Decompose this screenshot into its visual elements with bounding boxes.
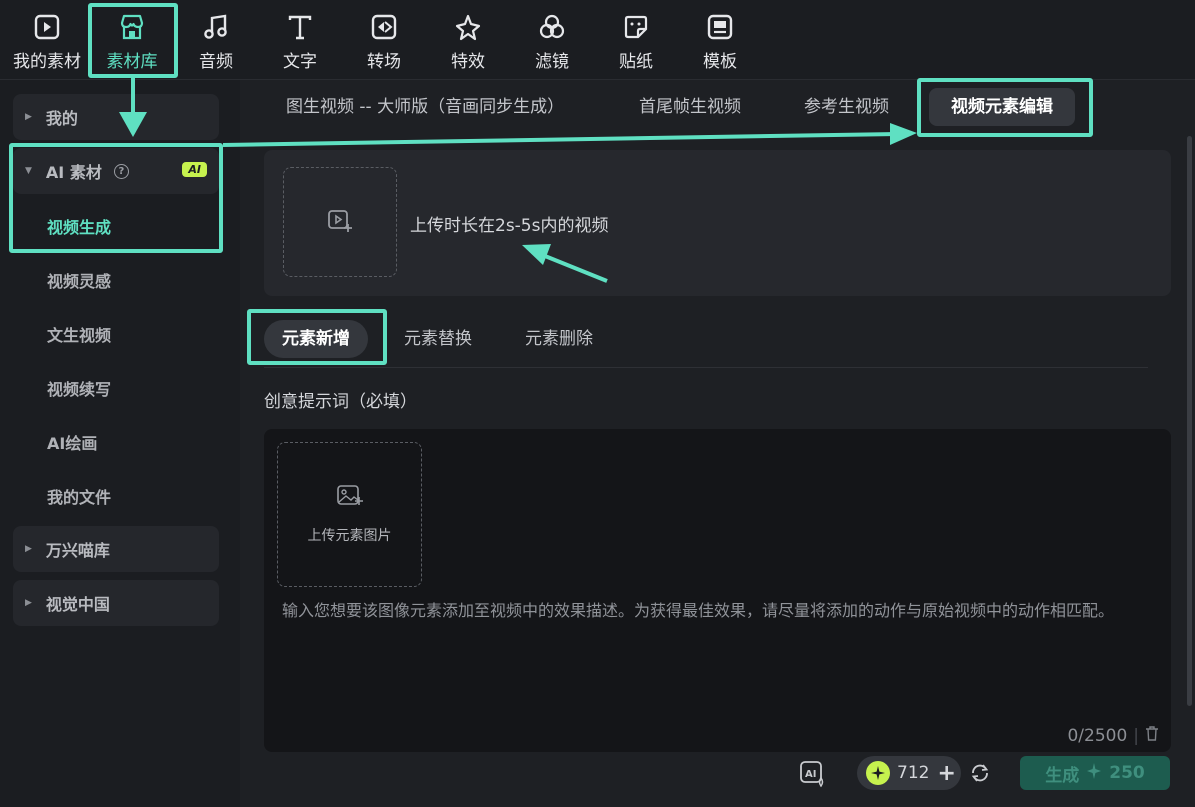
tab-image-to-video-master[interactable]: 图生视频 -- 大师版（音画同步生成） bbox=[286, 88, 564, 126]
tab-first-last-frame[interactable]: 首尾帧生视频 bbox=[639, 88, 741, 126]
generate-cost: 250 bbox=[1109, 763, 1145, 783]
generate-label: 生成 bbox=[1045, 765, 1080, 786]
divider bbox=[264, 367, 1148, 368]
char-count-value: 0/2500 bbox=[1067, 725, 1128, 746]
tool-label: 我的素材 bbox=[13, 52, 81, 72]
tool-audio[interactable]: 音频 bbox=[174, 0, 258, 80]
upload-video-panel: 上传时长在2s-5s内的视频 bbox=[264, 150, 1171, 296]
subtab-element-delete[interactable]: 元素删除 bbox=[525, 320, 593, 358]
credit-count: 712 bbox=[897, 763, 930, 783]
lightning-icon bbox=[1087, 762, 1102, 784]
sidebar-group-vcg[interactable]: ▶ 视觉中国 bbox=[13, 580, 219, 626]
tool-transition[interactable]: 转场 bbox=[342, 0, 426, 80]
ai-label-icon[interactable]: AI bbox=[798, 759, 828, 789]
store-icon bbox=[115, 10, 149, 44]
sidebar-group-mine[interactable]: ▶ 我的 bbox=[13, 94, 219, 140]
separator: | bbox=[1133, 725, 1139, 746]
svg-text:AI: AI bbox=[805, 769, 816, 780]
refresh-icon[interactable] bbox=[969, 762, 993, 786]
tool-text[interactable]: 文字 bbox=[258, 0, 342, 80]
tool-stock-library[interactable]: 素材库 bbox=[90, 0, 174, 80]
sidebar-group-ai-assets[interactable]: ▼ AI 素材 ? AI bbox=[13, 148, 219, 194]
sticker-icon bbox=[619, 10, 653, 44]
tool-label: 滤镜 bbox=[535, 52, 569, 72]
tool-label: 文字 bbox=[283, 52, 317, 72]
caret-right-icon: ▶ bbox=[25, 544, 32, 554]
tool-label: 音频 bbox=[199, 52, 233, 72]
help-icon[interactable]: ? bbox=[113, 163, 129, 179]
sidebar-group-label: 我的 bbox=[45, 109, 78, 128]
add-video-icon bbox=[327, 208, 353, 236]
my-media-icon bbox=[30, 10, 64, 44]
caret-right-icon: ▶ bbox=[25, 598, 32, 608]
upload-element-image-label: 上传元素图片 bbox=[307, 527, 392, 544]
add-image-icon bbox=[336, 484, 363, 511]
subtab-element-add[interactable]: 元素新增 bbox=[264, 320, 368, 358]
text-t-icon bbox=[283, 10, 317, 44]
caret-right-icon: ▶ bbox=[25, 112, 32, 122]
upload-video-hint: 上传时长在2s-5s内的视频 bbox=[410, 216, 609, 236]
sidebar-item-video-inspiration[interactable]: 视频灵感 bbox=[47, 268, 111, 292]
tab-video-element-edit[interactable]: 视频元素编辑 bbox=[929, 88, 1075, 126]
sidebar-group-label: 万兴喵库 bbox=[45, 541, 110, 560]
sidebar-item-ai-painting[interactable]: AI绘画 bbox=[47, 430, 97, 454]
char-count: 0/2500 | bbox=[1067, 725, 1159, 746]
add-credits-icon[interactable]: + bbox=[937, 761, 955, 786]
prompt-label: 创意提示词（必填） bbox=[264, 392, 417, 412]
sidebar-item-text-to-video[interactable]: 文生视频 bbox=[47, 322, 111, 346]
sidebar-item-my-files[interactable]: 我的文件 bbox=[47, 484, 111, 508]
music-note-icon bbox=[199, 10, 233, 44]
sidebar-item-video-generation[interactable]: 视频生成 bbox=[47, 214, 111, 238]
tab-reference-video[interactable]: 参考生视频 bbox=[804, 88, 889, 126]
sparkle-icon bbox=[451, 10, 485, 44]
tool-label: 模板 bbox=[703, 52, 737, 72]
sidebar-group-label: 视觉中国 bbox=[45, 595, 110, 614]
prompt-placeholder[interactable]: 输入您想要该图像元素添加至视频中的效果描述。为获得最佳效果，请尽量将添加的动作与… bbox=[282, 599, 1154, 623]
sidebar-group-label: AI 素材 bbox=[45, 163, 102, 182]
tool-label: 贴纸 bbox=[619, 52, 653, 72]
template-icon bbox=[703, 10, 737, 44]
tool-label: 转场 bbox=[367, 52, 401, 72]
upload-video-button[interactable] bbox=[283, 167, 397, 277]
generate-button[interactable]: 生成 250 bbox=[1020, 756, 1170, 790]
top-toolbar: 我的素材 素材库 音频 文字 转场 特效 滤镜 贴纸 模板 bbox=[0, 0, 1195, 80]
trash-icon[interactable] bbox=[1145, 725, 1159, 746]
credits-pill[interactable]: 712 + bbox=[857, 756, 961, 790]
sidebar-item-video-extend[interactable]: 视频续写 bbox=[47, 376, 111, 400]
sidebar-group-wondershare-library[interactable]: ▶ 万兴喵库 bbox=[13, 526, 219, 572]
tool-filters[interactable]: 滤镜 bbox=[510, 0, 594, 80]
main-panel: 图生视频 -- 大师版（音画同步生成） 首尾帧生视频 参考生视频 视频元素编辑 … bbox=[240, 80, 1195, 807]
prompt-area[interactable]: 上传元素图片 输入您想要该图像元素添加至视频中的效果描述。为获得最佳效果，请尽量… bbox=[264, 429, 1171, 752]
tool-my-media[interactable]: 我的素材 bbox=[5, 0, 89, 80]
credit-star-icon bbox=[866, 761, 890, 785]
ai-badge: AI bbox=[182, 162, 207, 177]
filter-icon bbox=[535, 10, 569, 44]
tool-label: 特效 bbox=[451, 52, 485, 72]
tool-stickers[interactable]: 贴纸 bbox=[594, 0, 678, 80]
sidebar: ▶ 我的 ▼ AI 素材 ? AI 视频生成 视频灵感 文生视频 视频续写 AI… bbox=[0, 80, 240, 807]
upload-element-image-button[interactable]: 上传元素图片 bbox=[277, 442, 422, 587]
caret-down-icon: ▼ bbox=[25, 166, 32, 176]
tool-templates[interactable]: 模板 bbox=[678, 0, 762, 80]
transition-icon bbox=[367, 10, 401, 44]
tool-effects[interactable]: 特效 bbox=[426, 0, 510, 80]
subtab-element-replace[interactable]: 元素替换 bbox=[404, 320, 472, 358]
scrollbar[interactable] bbox=[1187, 136, 1192, 706]
tool-label: 素材库 bbox=[106, 52, 158, 72]
